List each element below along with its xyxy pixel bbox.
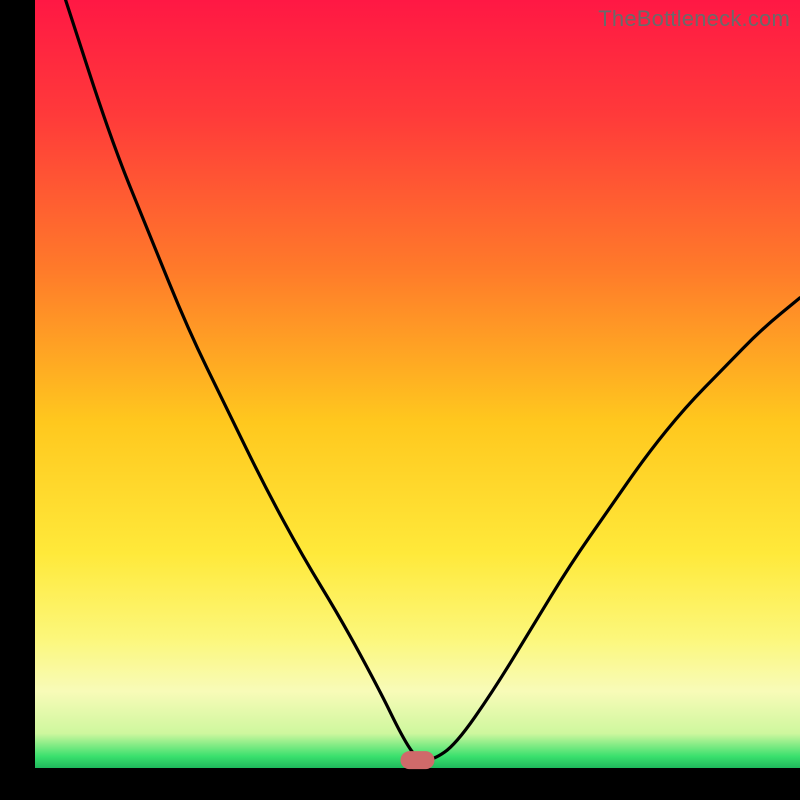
chart-canvas <box>0 0 800 800</box>
minimum-marker <box>401 751 435 769</box>
attribution-text: TheBottleneck.com <box>598 6 790 32</box>
plot-background <box>35 0 800 768</box>
bottleneck-chart: TheBottleneck.com <box>0 0 800 800</box>
